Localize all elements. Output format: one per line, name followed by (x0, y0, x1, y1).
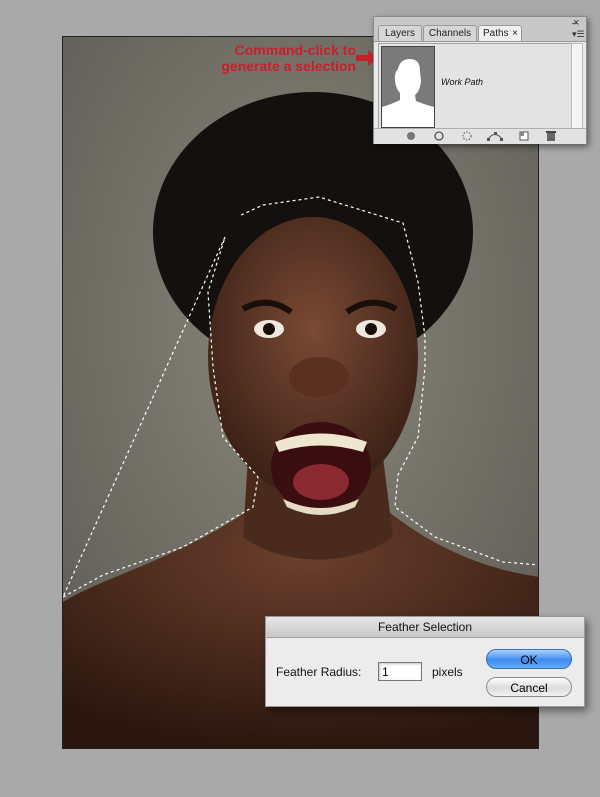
dialog-title: Feather Selection (266, 617, 584, 638)
tab-paths-label: Paths (483, 28, 509, 39)
annotation-text: Command-click to generate a selection (196, 42, 356, 74)
annotation-line-1: Command-click to (234, 42, 356, 58)
paths-list: Work Path (378, 43, 572, 129)
load-selection-icon[interactable] (460, 130, 474, 142)
panel-toolbar (374, 128, 586, 144)
feather-radius-label: Feather Radius: (276, 665, 362, 679)
path-row-work-path[interactable]: Work Path (379, 44, 571, 128)
tab-paths[interactable]: Paths × (478, 25, 522, 41)
nose (289, 357, 349, 397)
paths-panel: Layers Channels Paths × – ▾☰ × Work Path (373, 16, 587, 144)
path-thumbnail (381, 46, 435, 128)
feather-radius-unit: pixels (432, 665, 463, 679)
make-work-path-icon[interactable] (486, 130, 504, 142)
close-icon[interactable]: × (512, 26, 518, 41)
annotation-line-2: generate a selection (221, 58, 356, 74)
tab-channels[interactable]: Channels (423, 25, 477, 41)
panel-tabbar: Layers Channels Paths × – ▾☰ (374, 17, 586, 42)
feather-radius-input[interactable]: 1 (378, 662, 422, 681)
ok-button[interactable]: OK (486, 649, 572, 669)
panel-scrollbar[interactable] (571, 43, 583, 129)
stroke-path-icon[interactable] (432, 130, 446, 142)
fill-path-icon[interactable] (404, 130, 418, 142)
path-name: Work Path (441, 77, 484, 87)
new-path-icon[interactable] (517, 130, 531, 142)
panel-close-icon[interactable]: × (573, 18, 579, 29)
feather-selection-dialog: Feather Selection Feather Radius: 1 pixe… (265, 616, 585, 707)
trash-icon[interactable] (544, 130, 558, 142)
panel-menu-icon[interactable]: ▾☰ (572, 29, 585, 39)
cancel-button[interactable]: Cancel (486, 677, 572, 697)
tab-layers[interactable]: Layers (378, 25, 422, 41)
